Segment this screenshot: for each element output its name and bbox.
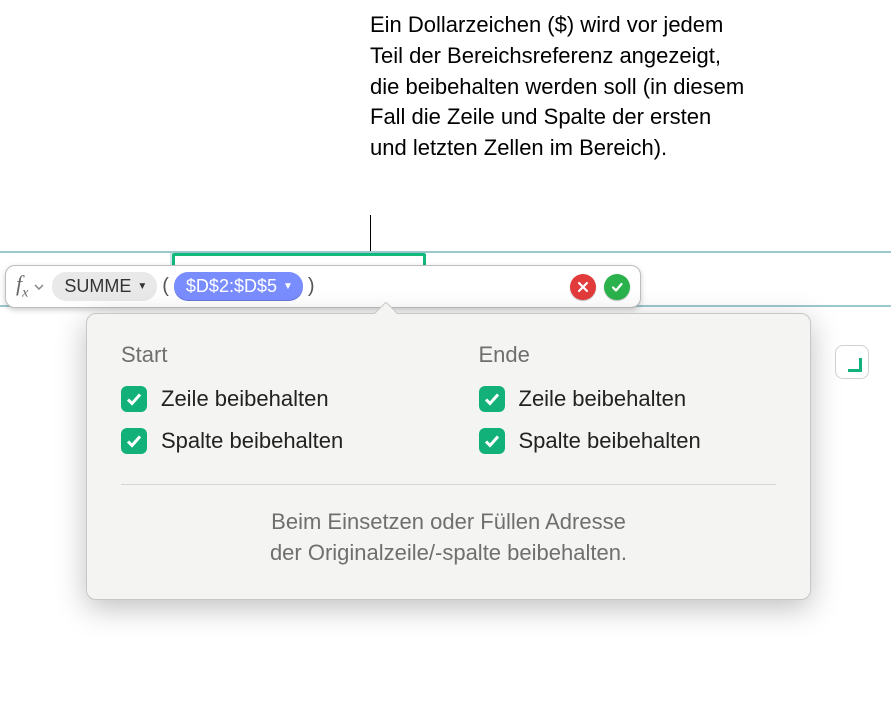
preserve-reference-popover: Start Zeile beibehalten Spalte beibehalt… bbox=[86, 313, 811, 600]
popover-divider bbox=[121, 484, 776, 485]
end-preserve-col-label: Spalte beibehalten bbox=[519, 428, 701, 454]
chevron-down-icon: ▼ bbox=[137, 281, 147, 292]
checkbox-checked-icon[interactable] bbox=[479, 386, 505, 412]
range-token-label: $D$2:$D$5 bbox=[186, 276, 277, 297]
return-corner-icon bbox=[848, 358, 862, 372]
popover-arrow bbox=[373, 302, 397, 314]
start-heading: Start bbox=[121, 342, 419, 368]
range-token[interactable]: $D$2:$D$5 ▼ bbox=[174, 272, 303, 301]
start-preserve-row[interactable]: Zeile beibehalten bbox=[121, 386, 419, 412]
fx-x: x bbox=[22, 286, 28, 301]
popover-start-column: Start Zeile beibehalten Spalte beibehalt… bbox=[121, 342, 419, 470]
checkbox-checked-icon[interactable] bbox=[121, 428, 147, 454]
end-preserve-col[interactable]: Spalte beibehalten bbox=[479, 428, 777, 454]
formula-bar-actions bbox=[564, 274, 632, 300]
close-paren: ) bbox=[307, 275, 316, 298]
fx-dropdown-icon[interactable] bbox=[32, 281, 46, 293]
end-preserve-row-label: Zeile beibehalten bbox=[519, 386, 687, 412]
accept-button[interactable] bbox=[604, 274, 630, 300]
check-icon bbox=[610, 280, 624, 294]
function-token-label: SUMME bbox=[64, 276, 131, 297]
chevron-down-icon: ▼ bbox=[283, 281, 293, 292]
start-preserve-col-label: Spalte beibehalten bbox=[161, 428, 343, 454]
popover-end-column: Ende Zeile beibehalten Spalte beibehalte… bbox=[479, 342, 777, 470]
return-corner-button[interactable] bbox=[835, 345, 869, 379]
popover-footer-line2: der Originalzeile/-spalte beibehalten. bbox=[121, 538, 776, 569]
fx-label: fx bbox=[14, 271, 32, 301]
formula-bar: fx SUMME ▼ ( $D$2:$D$5 ▼ ) bbox=[5, 265, 641, 308]
cancel-button[interactable] bbox=[570, 274, 596, 300]
end-preserve-row[interactable]: Zeile beibehalten bbox=[479, 386, 777, 412]
function-token[interactable]: SUMME ▼ bbox=[52, 272, 157, 301]
callout-text: Ein Dollarzeichen ($) wird vor jedem Tei… bbox=[370, 10, 750, 164]
popover-footer-line1: Beim Einsetzen oder Füllen Adresse bbox=[121, 507, 776, 538]
close-icon bbox=[576, 280, 590, 294]
popover-columns: Start Zeile beibehalten Spalte beibehalt… bbox=[121, 342, 776, 470]
popover-footer: Beim Einsetzen oder Füllen Adresse der O… bbox=[121, 507, 776, 569]
checkbox-checked-icon[interactable] bbox=[121, 386, 147, 412]
start-preserve-col[interactable]: Spalte beibehalten bbox=[121, 428, 419, 454]
checkbox-checked-icon[interactable] bbox=[479, 428, 505, 454]
end-heading: Ende bbox=[479, 342, 777, 368]
open-paren: ( bbox=[161, 275, 170, 298]
start-preserve-row-label: Zeile beibehalten bbox=[161, 386, 329, 412]
formula-editor[interactable]: SUMME ▼ ( $D$2:$D$5 ▼ ) bbox=[46, 272, 564, 301]
